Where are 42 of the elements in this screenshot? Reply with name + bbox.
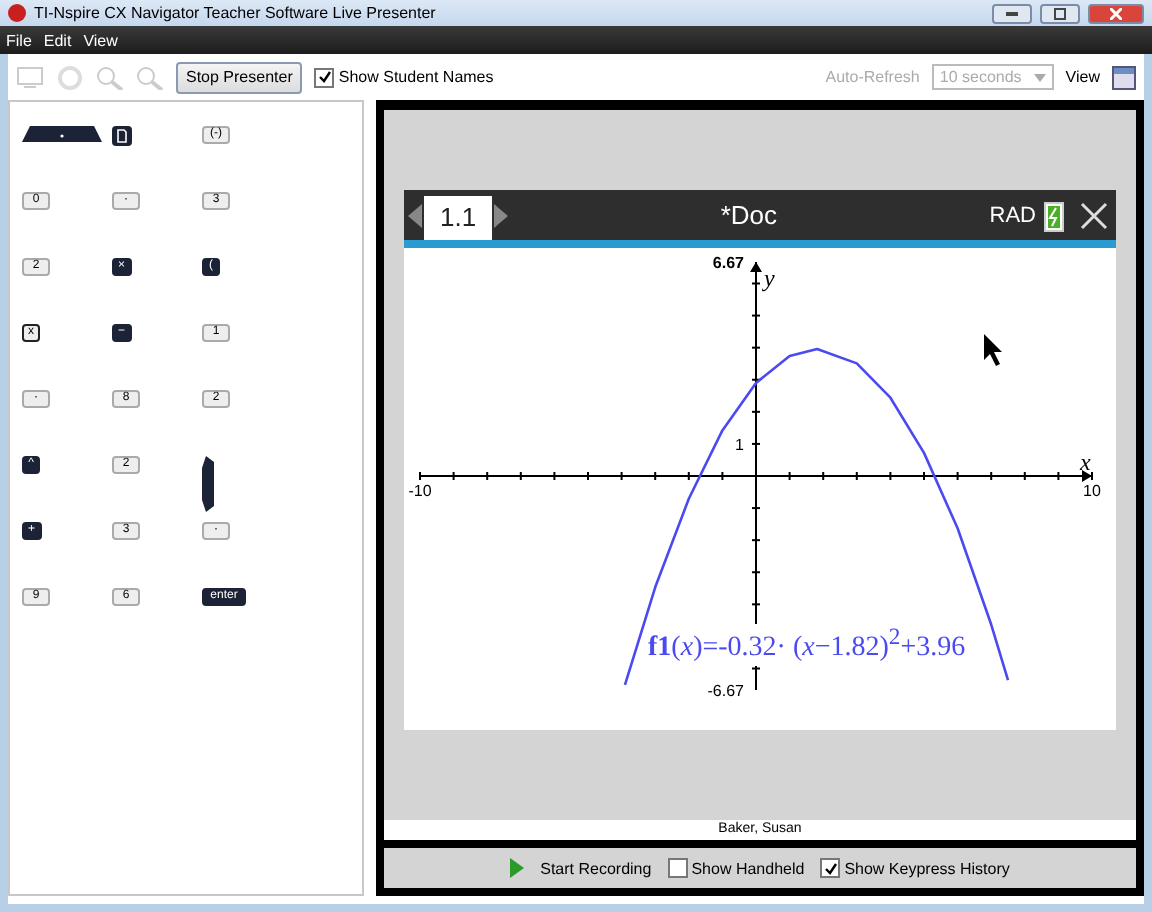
axis-label: y — [764, 264, 775, 292]
function-label: f1(x)=-0.32· (x−1.82)$^{2}$+3.96 — [648, 624, 966, 666]
close-icon[interactable] — [1080, 201, 1108, 229]
view-label: View — [1065, 68, 1100, 86]
tick-label: 1 — [735, 435, 744, 454]
check-mark-icon — [317, 70, 332, 84]
minimize-button[interactable] — [992, 3, 1032, 23]
document-title: *Doc — [718, 200, 780, 230]
left-arrow-icon[interactable] — [408, 203, 424, 227]
close-button[interactable] — [1088, 3, 1144, 23]
play-icon[interactable] — [510, 858, 525, 878]
right-arrow-icon[interactable] — [492, 203, 509, 227]
maximize-icon — [1054, 7, 1066, 19]
window-title: TI-Nspire CX Navigator Teacher Software Live Presenter — [34, 4, 438, 22]
tick-label: 6.67 — [712, 254, 744, 272]
start-recording-label[interactable]: Start Recording — [540, 859, 652, 877]
cursor-icon — [984, 334, 1002, 366]
auto-refresh-label: Auto-Refresh — [825, 68, 920, 86]
minimize-icon — [1006, 11, 1018, 15]
touchpad-key-icon — [22, 126, 102, 142]
axis-label: x — [1080, 448, 1091, 476]
page-tab[interactable]: 1.1 — [424, 196, 493, 240]
checkbox[interactable]: Show Handheld — [667, 858, 805, 878]
dropdown-arrow-icon — [1033, 73, 1046, 81]
tick-label: -6.67 — [707, 682, 744, 700]
stop-presenter-button[interactable]: Stop Presenter — [176, 61, 303, 93]
menu-item[interactable]: View — [83, 31, 118, 49]
app-logo-icon — [8, 4, 26, 22]
side-key-icon — [202, 456, 214, 512]
tick-label: -10 — [408, 482, 432, 500]
angle-mode: RAD — [989, 203, 1036, 227]
tick-label: 10 — [1083, 482, 1101, 500]
document-key-icon — [112, 126, 132, 146]
battery-icon — [1044, 199, 1064, 231]
menu-item[interactable]: File — [6, 31, 32, 49]
maximize-button[interactable] — [1040, 3, 1080, 23]
check-mark-icon — [823, 861, 838, 875]
window-icon[interactable] — [1112, 65, 1136, 89]
checkbox[interactable]: Show Keypress History — [820, 858, 1010, 878]
menu-item[interactable]: Edit — [43, 31, 72, 49]
checkbox[interactable]: Show Student Names — [314, 67, 494, 87]
close-icon — [1110, 7, 1122, 19]
